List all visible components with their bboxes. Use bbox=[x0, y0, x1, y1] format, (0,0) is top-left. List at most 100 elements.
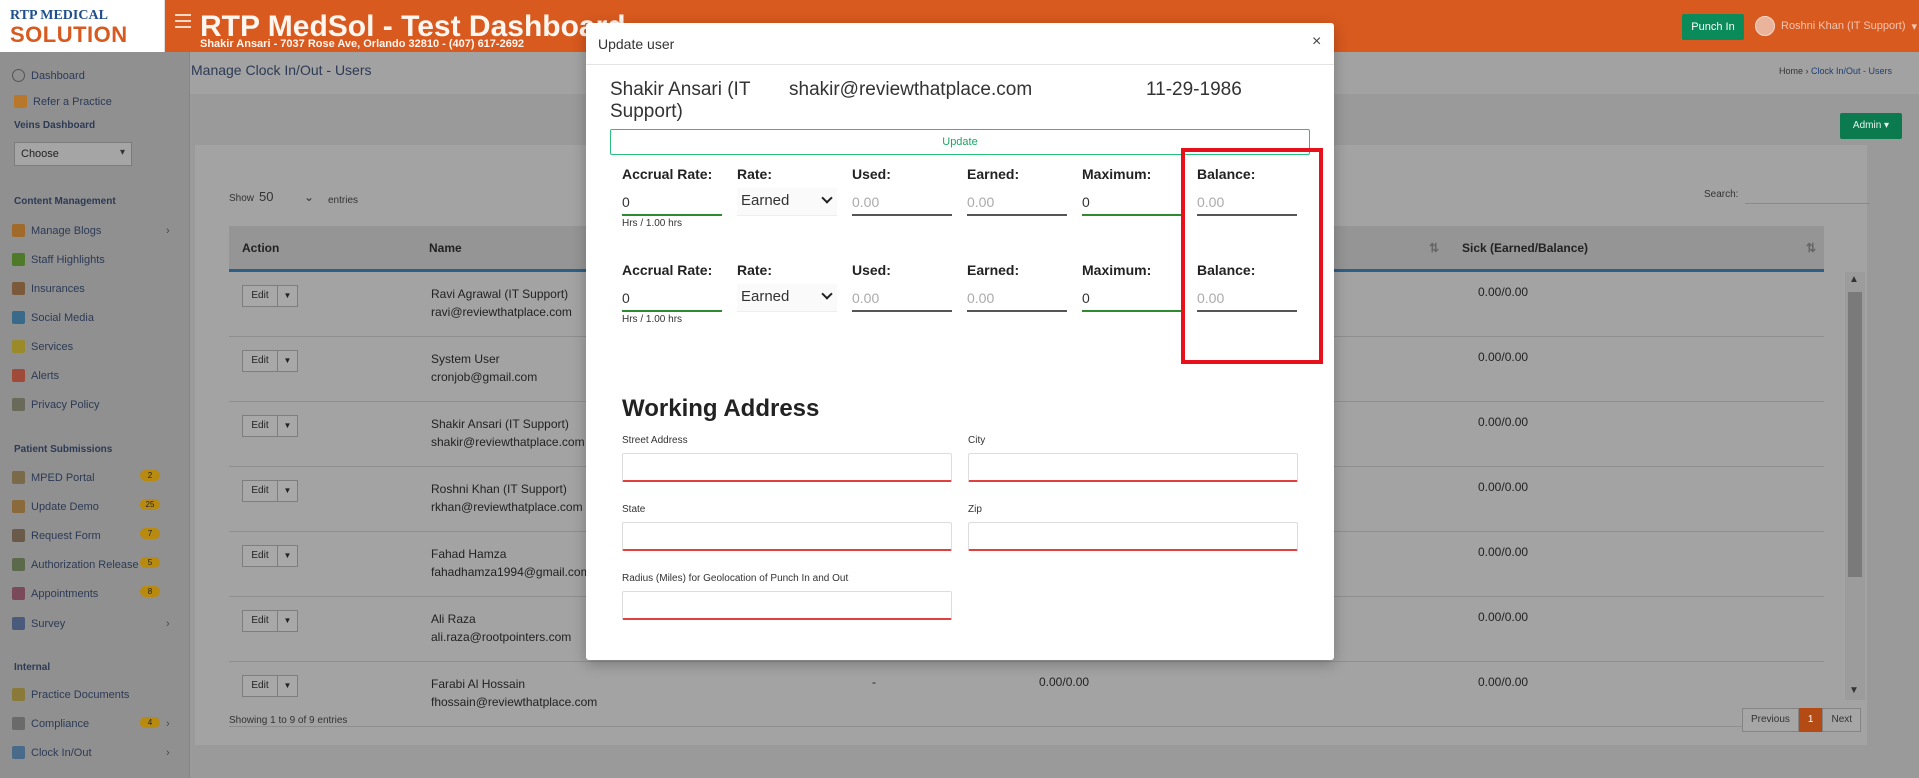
admin-button[interactable]: Admin ▾ bbox=[1840, 113, 1902, 139]
staff-icon bbox=[12, 253, 25, 266]
chevron-down-icon bbox=[821, 288, 833, 300]
logo[interactable]: RTP MEDICAL SOLUTION bbox=[0, 0, 165, 52]
edit-button[interactable]: Edit bbox=[242, 610, 278, 632]
caret-down-icon[interactable]: ▼ bbox=[278, 675, 298, 697]
column-header-name[interactable]: Name bbox=[429, 241, 462, 255]
sidebar-item-survey[interactable]: Survey bbox=[12, 617, 65, 630]
sick-cell: 0.00/0.00 bbox=[1478, 285, 1529, 299]
sidebar-item-compliance[interactable]: Compliance bbox=[12, 717, 89, 730]
earned-input[interactable]: 0.00 bbox=[967, 190, 1067, 216]
name-cell: System User cronjob@gmail.com bbox=[431, 350, 537, 386]
state-input[interactable] bbox=[622, 522, 952, 551]
user-menu[interactable]: Roshni Khan (IT Support) ▾ bbox=[1755, 16, 1917, 36]
sidebar-item-label: MPED Portal bbox=[31, 471, 95, 484]
sick-cell: 0.00/0.00 bbox=[1478, 415, 1529, 429]
edit-button[interactable]: Edit bbox=[242, 285, 278, 307]
sidebar-item-staff-highlights[interactable]: Staff Highlights bbox=[12, 253, 105, 266]
sidebar-item-manage-blogs[interactable]: Manage Blogs bbox=[12, 224, 101, 237]
table-scrollbar[interactable]: ▲ ▼ bbox=[1845, 272, 1865, 700]
sidebar-item-dashboard[interactable]: Dashboard bbox=[12, 69, 85, 82]
caret-down-icon[interactable]: ▼ bbox=[278, 480, 298, 502]
caret-down-icon[interactable]: ▼ bbox=[278, 610, 298, 632]
app-subtitle: Shakir Ansari - 7037 Rose Ave, Orlando 3… bbox=[200, 38, 525, 50]
user-email: cronjob@gmail.com bbox=[431, 370, 538, 384]
punch-in-button[interactable]: Punch In bbox=[1682, 14, 1744, 40]
sidebar-item-label: Refer a Practice bbox=[33, 95, 112, 108]
caret-down-icon[interactable]: ▼ bbox=[278, 285, 298, 307]
caret-down-icon[interactable]: ▼ bbox=[278, 545, 298, 567]
name-cell: Ali Raza ali.raza@rootpointers.com bbox=[431, 610, 571, 646]
scroll-up-icon[interactable]: ▲ bbox=[1849, 274, 1859, 285]
count-badge: 25 bbox=[140, 499, 160, 510]
accrual-rate-input[interactable]: 0 bbox=[622, 190, 722, 216]
edit-group: Edit ▼ bbox=[242, 285, 298, 307]
user-email: ravi@reviewthatplace.com bbox=[431, 305, 572, 319]
sidebar-item-mped-portal[interactable]: MPED Portal bbox=[12, 471, 95, 484]
edit-group: Edit ▼ bbox=[242, 675, 298, 697]
page-1-button[interactable]: 1 bbox=[1798, 708, 1823, 732]
page-title: Manage Clock In/Out - Users bbox=[191, 62, 372, 78]
rate-select-value: Earned bbox=[741, 192, 790, 209]
edit-button[interactable]: Edit bbox=[242, 480, 278, 502]
maximum-input[interactable]: 0 bbox=[1082, 286, 1182, 312]
accrual-rate-hint: Hrs / 1.00 hrs bbox=[622, 314, 683, 325]
rate-select[interactable]: Earned bbox=[737, 188, 837, 216]
maximum-input[interactable]: 0 bbox=[1082, 190, 1182, 216]
radius-input[interactable] bbox=[622, 591, 952, 620]
city-input[interactable] bbox=[968, 453, 1298, 482]
social-media-icon bbox=[12, 311, 25, 324]
column-header-action[interactable]: Action bbox=[242, 241, 279, 255]
scroll-thumb[interactable] bbox=[1848, 292, 1862, 577]
used-input[interactable]: 0.00 bbox=[852, 190, 952, 216]
sidebar-item-clock-in-out[interactable]: Clock In/Out bbox=[12, 746, 92, 759]
table-cell: - bbox=[872, 675, 876, 689]
breadcrumb-home[interactable]: Home bbox=[1779, 66, 1803, 76]
sidebar-item-alerts[interactable]: Alerts bbox=[12, 369, 59, 382]
edit-button[interactable]: Edit bbox=[242, 350, 278, 372]
name-cell: Ravi Agrawal (IT Support) ravi@reviewthat… bbox=[431, 285, 572, 321]
zip-label: Zip bbox=[968, 504, 982, 515]
entries-select[interactable]: 50 bbox=[259, 189, 273, 204]
next-page-button[interactable]: Next bbox=[1822, 708, 1862, 732]
used-input[interactable]: 0.00 bbox=[852, 286, 952, 312]
close-icon[interactable]: × bbox=[1312, 33, 1321, 51]
sidebar-item-practice-documents[interactable]: Practice Documents bbox=[12, 688, 129, 701]
earned-input[interactable]: 0.00 bbox=[967, 286, 1067, 312]
sort-icon[interactable]: ⇅ bbox=[1806, 241, 1816, 255]
zip-input[interactable] bbox=[968, 522, 1298, 551]
sidebar-item-request-form[interactable]: Request Form bbox=[12, 529, 101, 542]
sidebar-item-privacy-policy[interactable]: Privacy Policy bbox=[12, 398, 99, 411]
sidebar-item-update-demo[interactable]: Update Demo bbox=[12, 500, 99, 513]
radius-label: Radius (Miles) for Geolocation of Punch … bbox=[622, 573, 849, 584]
veins-dashboard-select[interactable]: Choose bbox=[14, 142, 132, 166]
edit-button[interactable]: Edit bbox=[242, 675, 278, 697]
compliance-icon bbox=[12, 717, 25, 730]
previous-page-button[interactable]: Previous bbox=[1742, 708, 1799, 732]
rate-select[interactable]: Earned bbox=[737, 284, 837, 312]
accrual-rate-input[interactable]: 0 bbox=[622, 286, 722, 312]
city-label: City bbox=[968, 435, 986, 446]
name-cell: Shakir Ansari (IT Support) shakir@reviewt… bbox=[431, 415, 585, 451]
count-badge: 2 bbox=[140, 470, 160, 481]
sidebar-item-appointments[interactable]: Appointments bbox=[12, 587, 98, 600]
sick-cell: 0.00/0.00 bbox=[1478, 480, 1529, 494]
sidebar-item-authorization-release[interactable]: Authorization Release bbox=[12, 558, 139, 571]
sidebar-item-insurances[interactable]: Insurances bbox=[12, 282, 85, 295]
street-address-input[interactable] bbox=[622, 453, 952, 482]
breadcrumb-current: Clock In/Out - Users bbox=[1811, 66, 1893, 76]
sidebar-item-refer[interactable]: Refer a Practice bbox=[14, 95, 112, 108]
scroll-down-icon[interactable]: ▼ bbox=[1849, 685, 1859, 696]
sidebar-item-social-media[interactable]: Social Media bbox=[12, 311, 94, 324]
edit-button[interactable]: Edit bbox=[242, 415, 278, 437]
search-input[interactable] bbox=[1745, 203, 1870, 204]
sidebar-item-services[interactable]: Services bbox=[12, 340, 73, 353]
sort-icon[interactable]: ⇅ bbox=[1429, 241, 1439, 255]
caret-down-icon[interactable]: ▼ bbox=[278, 415, 298, 437]
hamburger-menu-icon[interactable] bbox=[175, 14, 191, 28]
column-header-sick[interactable]: Sick (Earned/Balance) bbox=[1462, 241, 1588, 255]
caret-down-icon[interactable]: ▼ bbox=[278, 350, 298, 372]
sidebar-item-label: Alerts bbox=[31, 369, 60, 382]
authorization-icon bbox=[12, 558, 25, 571]
sidebar-item-label: Authorization Release bbox=[31, 558, 139, 571]
edit-button[interactable]: Edit bbox=[242, 545, 278, 567]
